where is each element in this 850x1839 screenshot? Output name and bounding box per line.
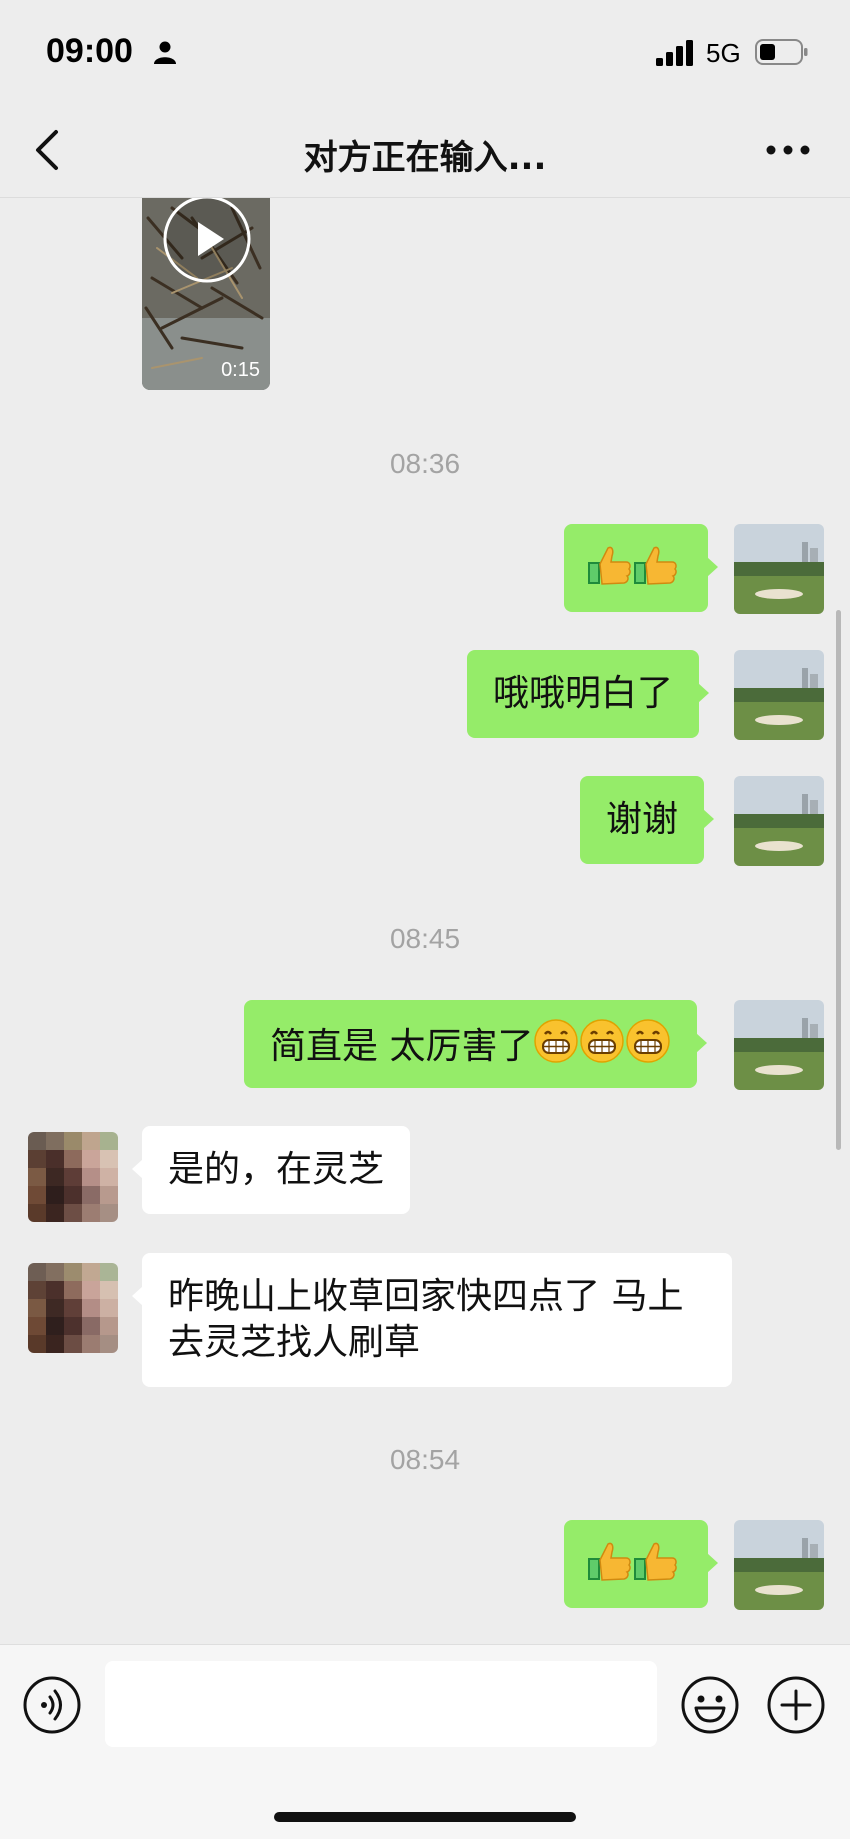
grin-emoji: [625, 1018, 671, 1076]
my-avatar[interactable]: [734, 1000, 824, 1090]
more-dots-icon[interactable]: [766, 144, 810, 156]
thumbs-up-emoji: [632, 542, 678, 600]
status-time: 09:00: [46, 32, 133, 70]
sent-message[interactable]: 简直是 太厉害了: [244, 1000, 708, 1088]
chat-title: 对方正在输入...: [303, 138, 547, 178]
my-avatar[interactable]: [734, 776, 824, 866]
nav-bar: 对方正在输入...: [0, 100, 850, 198]
received-message[interactable]: 是的，在灵芝: [131, 1126, 411, 1214]
sent-message[interactable]: [564, 524, 718, 612]
message-input[interactable]: [105, 1661, 657, 1747]
timestamp: 08:45: [389, 923, 461, 954]
my-avatar[interactable]: [734, 524, 824, 614]
scrollbar[interactable]: [836, 610, 841, 1150]
grin-emoji: [579, 1018, 625, 1076]
signal-icon: [656, 40, 693, 66]
grin-emoji: [533, 1018, 579, 1076]
timestamp: 08:36: [389, 448, 461, 479]
my-avatar[interactable]: [734, 650, 824, 740]
contact-avatar[interactable]: [28, 1132, 118, 1222]
input-bar: [0, 1644, 850, 1839]
video-message[interactable]: 0:15: [142, 198, 270, 390]
play-icon[interactable]: [162, 198, 252, 288]
timestamp: 08:54: [389, 1444, 461, 1475]
contact-avatar[interactable]: [28, 1263, 118, 1353]
sent-message[interactable]: 哦哦明白了: [467, 650, 710, 738]
thumbs-up-emoji: [586, 1538, 632, 1596]
person-icon: [154, 41, 176, 64]
voice-icon[interactable]: [22, 1675, 82, 1735]
home-indicator[interactable]: [274, 1812, 576, 1822]
thumbs-up-emoji: [586, 542, 632, 600]
message-text: 简直是 太厉害了: [270, 1026, 534, 1067]
network-label: 5G: [706, 38, 741, 68]
thumbs-up-emoji: [632, 1538, 678, 1596]
my-avatar[interactable]: [734, 1520, 824, 1610]
emoji-icon[interactable]: [680, 1675, 740, 1735]
video-duration: 0:15: [221, 359, 260, 381]
received-message[interactable]: 昨晚山上收草回家快四点了 马上去灵芝找人刷草: [132, 1253, 732, 1387]
status-bar: 09:00 5G: [0, 0, 850, 100]
plus-icon[interactable]: [766, 1675, 826, 1735]
sent-message[interactable]: [564, 1520, 718, 1608]
battery-icon: [755, 39, 808, 65]
sent-message[interactable]: 谢谢: [580, 776, 715, 864]
